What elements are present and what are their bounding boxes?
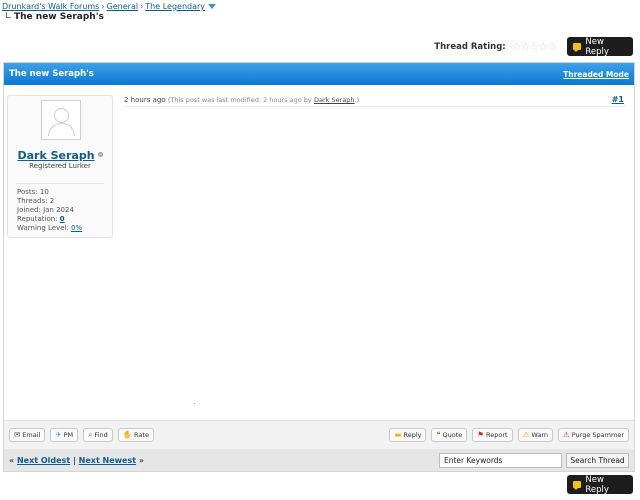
stat-joined: Joined: Jan 2024 [17,206,74,214]
tree-corner-icon [6,12,11,18]
warning-level-link[interactable]: 0% [71,224,82,232]
thread-header: The new Seraph's Threaded Mode [4,63,634,85]
breadcrumb-general-link[interactable]: General [107,2,139,11]
post-body [194,403,195,404]
nav-suffix: » [138,455,145,465]
author-stats: Posts: 10 Threads: 2 Joined: Jan 2024 Re… [17,188,82,233]
quote-icon: ❝ [436,430,441,440]
nav-divider: | [72,455,76,465]
rate-icon: ✋ [122,430,133,440]
speech-bubble-icon [573,43,582,52]
stat-reputation: Reputation: 0 [17,215,65,223]
thread-rating-label: Thread Rating: [434,41,506,52]
reply-icon: ▬ [394,430,402,440]
report-button[interactable]: ⚑ Report [472,428,513,442]
purge-icon: ⚠ [563,430,570,440]
rating-stars[interactable]: ☆☆☆☆☆ [512,40,557,53]
envelope-icon: ✉ [14,430,21,440]
warning-icon: ⚠ [522,430,530,440]
stat-threads: Threads: 2 [17,197,55,205]
thread-nav: « Next Oldest | Next Newest » Search Thr… [4,449,634,471]
new-reply-label: New Reply [585,474,609,495]
next-newest-link[interactable]: Next Newest [79,456,136,465]
author-name-link[interactable]: Dark Seraph [17,149,94,162]
chevron-down-icon[interactable] [208,4,217,9]
post-modified-note: (This post was last modified: 2 hours ag… [167,96,312,104]
breadcrumb-separator: › [140,2,144,11]
page-title-text: The new Seraph's [14,12,104,22]
speech-bubble-icon [573,481,582,490]
avatar-body-icon [48,123,75,136]
modified-by-link[interactable]: Dark Seraph [314,96,355,104]
quote-button[interactable]: ❝ Quote [431,428,468,442]
author-name-wrap: Dark Seraph [8,149,112,162]
page-title: The new Seraph's [6,12,104,22]
post-actions-right: ▬ Reply ❝ Quote ⚑ Report ⚠ Warn ⚠ Purge Spamm… [389,428,629,442]
new-reply-button-bottom[interactable]: New Reply [567,474,633,495]
offline-status-icon [97,152,103,157]
nav-prefix: « [9,455,15,465]
author-panel: Dark Seraph Registered Lurker Posts: 10 … [7,95,113,238]
warn-button[interactable]: ⚠ Warn [517,428,554,442]
divider [124,106,626,107]
new-reply-button-top[interactable]: New Reply [567,36,633,57]
pm-button[interactable]: ✈ PM [50,428,79,442]
avatar-head-icon [54,108,69,123]
pm-icon: ✈ [55,430,62,440]
find-button[interactable]: ⌕ Find [83,428,113,442]
email-button[interactable]: ✉ Email [9,428,46,442]
breadcrumb: Drunkard's Walk Forums › General › The Legen… [2,2,217,11]
post-modified-suffix: .) [354,96,360,104]
search-input[interactable] [439,452,562,468]
purge-spammer-button[interactable]: ⚠ Purge Spammer [558,428,629,442]
thread-header-title: The new Seraph's [9,69,94,79]
threaded-mode-link[interactable]: Threaded Mode [563,70,629,79]
avatar[interactable] [41,100,81,140]
post-actions: ✉ Email ✈ PM ⌕ Find ✋ Rate ▬ Reply ❝ Quote ⚑ Re… [4,420,634,449]
post-actions-left: ✉ Email ✈ PM ⌕ Find ✋ Rate [9,428,154,442]
breadcrumb-legendary-link[interactable]: The Legendary [145,2,205,11]
thread-container: The new Seraph's Threaded Mode Dark Sera… [3,62,635,472]
thread-search: Search Thread [439,452,629,468]
rate-button[interactable]: ✋ Rate [117,428,154,442]
author-title: Registered Lurker [29,162,91,170]
new-reply-label: New Reply [585,36,609,57]
post-number-link[interactable]: #1 [612,95,624,104]
reputation-link[interactable]: 0 [60,215,65,223]
post-time: 2 hours ago [124,96,166,104]
breadcrumb-separator: › [101,2,105,11]
flag-icon: ⚑ [477,430,485,440]
reply-button[interactable]: ▬ Reply [389,428,427,442]
stat-posts: Posts: 10 [17,188,49,196]
post-meta: 2 hours ago (This post was last modified… [124,96,359,104]
search-thread-button[interactable]: Search Thread [566,452,629,468]
thread-nav-links: « Next Oldest | Next Newest » [9,456,144,465]
divider [16,183,104,184]
breadcrumb-forums-link[interactable]: Drunkard's Walk Forums [2,2,99,11]
next-oldest-link[interactable]: Next Oldest [17,456,70,465]
thread-rating: Thread Rating: ☆☆☆☆☆ [434,40,557,53]
magnifier-icon: ⌕ [88,430,93,440]
post: Dark Seraph Registered Lurker Posts: 10 … [4,85,634,420]
stat-warning: Warning Level: 0% [17,224,83,232]
